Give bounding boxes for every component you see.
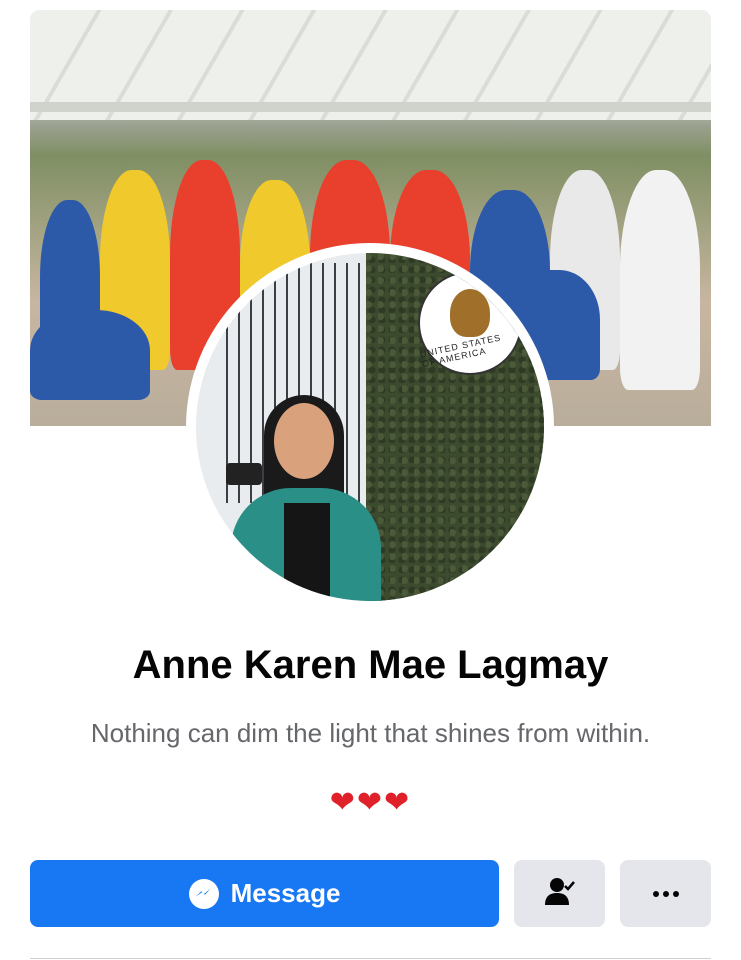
profile-name: Anne Karen Mae Lagmay: [132, 643, 609, 687]
profile-picture-frame[interactable]: UNITED STATES OF AMERICA: [186, 243, 554, 611]
section-divider: [30, 958, 711, 959]
embassy-seal: UNITED STATES OF AMERICA: [418, 271, 522, 375]
messenger-icon: [188, 878, 219, 909]
profile-picture[interactable]: UNITED STATES OF AMERICA: [196, 253, 544, 601]
message-button-label: Message: [230, 878, 341, 908]
profile-bio: Nothing can dim the light that shines fr…: [90, 718, 651, 748]
friends-check-icon: [544, 876, 576, 911]
cover-tent-edge: [30, 102, 711, 112]
person-shirt: [284, 503, 330, 601]
person-face: [274, 403, 334, 479]
friends-button[interactable]: [514, 860, 605, 927]
message-button[interactable]: Message: [30, 860, 499, 927]
eagle-emblem: [450, 289, 490, 337]
bio-hearts-emoji: ❤❤❤: [329, 786, 412, 819]
more-options-button[interactable]: [620, 860, 711, 927]
more-dots-icon: [652, 890, 679, 897]
parked-car: [226, 463, 262, 485]
